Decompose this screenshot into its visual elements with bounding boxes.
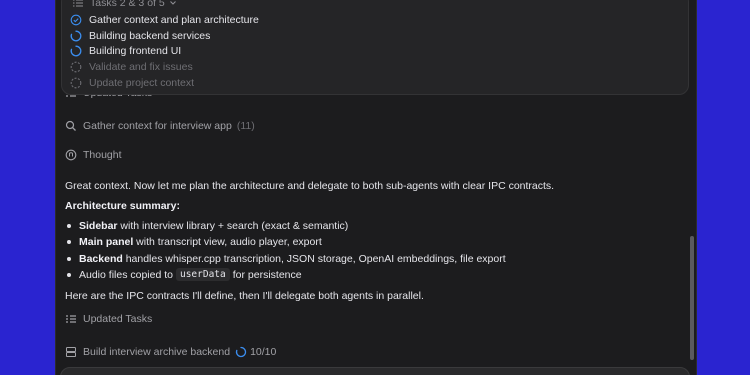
- bullet-main-panel-bold: Main panel: [79, 236, 134, 248]
- bullet-sidebar-bold: Sidebar: [79, 220, 118, 232]
- bullet-dot: [67, 240, 71, 244]
- bullet-audio: Audio files copied to userData for persi…: [67, 268, 302, 281]
- updated-tasks-row[interactable]: Updated Tasks: [65, 313, 152, 325]
- task-list-icon: [73, 0, 83, 7]
- gather-context-count: (11): [236, 120, 255, 132]
- gather-context-row[interactable]: Gather context for interview app (11): [65, 120, 255, 132]
- bullet-audio-pre: Audio files copied to: [79, 268, 173, 281]
- bullet-backend-text: handles whisper.cpp transcription, JSON …: [122, 253, 506, 265]
- spinner-icon: [70, 45, 82, 56]
- intro-text: Great context. Now let me plan the archi…: [65, 180, 555, 192]
- build-backend-progress: 10/10: [250, 346, 277, 358]
- task-item-backend[interactable]: Building backend services: [70, 28, 210, 43]
- task-list-icon: [66, 315, 76, 323]
- pending-circle-icon: [70, 61, 82, 72]
- task-label: Validate and fix issues: [89, 60, 193, 73]
- summary-heading: Architecture summary:: [65, 200, 180, 212]
- chat-window: Updated Tasks Gather context for intervi…: [55, 0, 697, 375]
- task-item-frontend[interactable]: Building frontend UI: [70, 43, 181, 58]
- bullet-sidebar-text: with interview library + search (exact &…: [117, 220, 349, 232]
- task-item-validate[interactable]: Validate and fix issues: [70, 59, 193, 74]
- bullet-audio-post: for persistence: [232, 268, 302, 281]
- task-item-update-context[interactable]: Update project context: [70, 75, 194, 90]
- build-backend-row[interactable]: Build interview archive backend 10/10: [65, 346, 276, 358]
- updated-tasks-label: Updated Tasks: [83, 313, 153, 325]
- task-item-gather-context[interactable]: Gather context and plan architecture: [70, 12, 259, 27]
- bullet-dot: [67, 272, 71, 277]
- task-label: Building frontend UI: [89, 44, 182, 57]
- bullet-main-panel: Main panel with transcript view, audio p…: [67, 236, 322, 248]
- server-stack-icon: [66, 347, 76, 357]
- task-label: Update project context: [89, 76, 195, 89]
- bullet-sidebar: Sidebar with interview library + search …: [67, 220, 348, 232]
- task-label: Gather context and plan architecture: [89, 13, 259, 26]
- search-icon: [65, 120, 76, 131]
- bullet-backend-bold: Backend: [79, 253, 123, 265]
- bullet-dot: [67, 224, 71, 228]
- closing-text: Here are the IPC contracts I'll define, …: [65, 290, 424, 302]
- spinner-icon: [235, 346, 247, 358]
- spinner-icon: [70, 30, 82, 41]
- thought-row[interactable]: Thought: [65, 149, 122, 161]
- chevron-down-icon: [169, 1, 176, 5]
- bullet-backend: Backend handles whisper.cpp transcriptio…: [67, 253, 506, 265]
- check-circle-icon: [70, 14, 82, 25]
- scrollbar-thumb[interactable]: [690, 236, 694, 360]
- tasks-header-label: Tasks 2 & 3 of 5: [90, 0, 165, 9]
- chat-input[interactable]: [60, 367, 690, 375]
- tasks-popup: Tasks 2 & 3 of 5 Gather context and plan…: [61, 0, 689, 95]
- bullet-dot: [67, 257, 71, 261]
- thought-label: Thought: [83, 149, 122, 161]
- gather-context-label: Gather context for interview app: [83, 120, 232, 132]
- tasks-header[interactable]: Tasks 2 & 3 of 5: [72, 0, 177, 10]
- inline-code-userdata: userData: [175, 268, 230, 281]
- thought-icon: [65, 149, 77, 161]
- task-label: Building backend services: [89, 29, 211, 42]
- pending-circle-icon: [70, 77, 82, 88]
- bullet-main-panel-text: with transcript view, audio player, expo…: [133, 236, 322, 248]
- build-backend-label: Build interview archive backend: [83, 346, 231, 358]
